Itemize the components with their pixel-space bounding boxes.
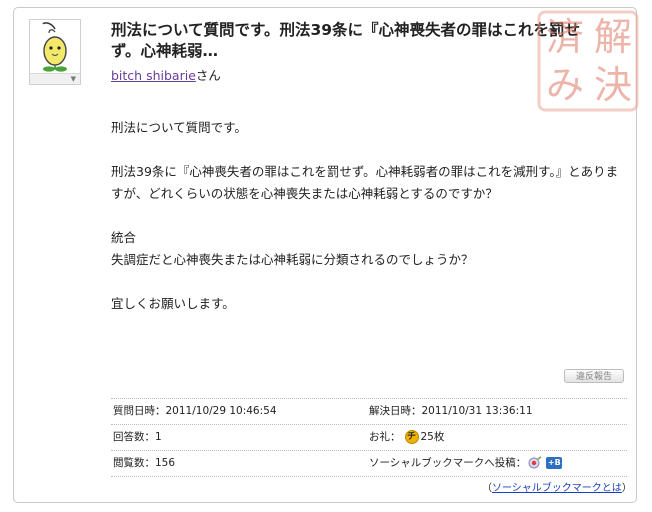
stamp-char-2: 決 [594,63,632,107]
social-bookmark: ソーシャルブックマークへ投稿： +B [369,456,563,471]
avatar-menu-toggle[interactable]: ▼ [30,73,80,84]
stamp-char-4: み [546,63,584,107]
dropdown-arrow-icon: ▼ [70,75,76,83]
resolved-label: 解決日時： [369,405,422,417]
views-value: 156 [155,457,176,469]
question-body: 刑法について質問です。 刑法39条に『心神喪失者の罪はこれを罰せず。心神耗弱者の… [111,117,627,315]
asked-label: 質問日時： [113,405,166,417]
author-link[interactable]: bitch shibarie [111,68,196,83]
reward-label: お礼： [369,431,401,443]
reward-coin-icon: チ [404,430,419,444]
body-paragraph: 宜しくお願いします。 [111,296,235,311]
question-title: 刑法について質問です。刑法39条に『心神喪失者の罪はこれを罰せず。心神耗弱… [111,21,581,60]
paren-close: ） [621,483,632,494]
resolved-datetime: 解決日時：2011/10/31 13:36:11 [369,404,533,419]
question-meta: 質問日時：2011/10/29 10:46:54 解決日時：2011/10/31… [111,398,627,477]
body-paragraph: 刑法について質問です。 [111,120,247,135]
view-count: 閲覧数：156 [113,456,175,471]
body-paragraph: 統合 [111,230,137,245]
reward: お礼：チ 25枚 [369,430,444,445]
meta-row-answers: 回答数：1 お礼：チ 25枚 [111,424,627,450]
asked-value: 2011/10/29 10:46:54 [165,405,277,417]
answers-label: 回答数： [113,431,155,443]
about-social-bookmark-link[interactable]: ソーシャルブックマークとは [492,483,622,494]
resolved-stamp-icon: 解 決 済 み [537,10,639,112]
answer-count: 回答数：1 [113,430,162,445]
question-author: bitch shibarieさん [111,65,221,84]
bookmark-label: ソーシャルブックマークへ投稿： [369,457,527,469]
answers-value: 1 [155,431,162,443]
report-violation-button[interactable]: 違反報告 [564,369,624,383]
reward-value: 25枚 [420,431,445,443]
stamp-char-1: 解 [594,15,632,59]
hatena-bookmark-icon[interactable]: +B [546,457,563,469]
asked-datetime: 質問日時：2011/10/29 10:46:54 [113,404,277,419]
about-social-bookmark: （ソーシャルブックマークとは） [482,479,632,494]
sprout-avatar-icon [42,22,67,72]
stamp-char-3: 済 [546,15,584,59]
resolved-value: 2011/10/31 13:36:11 [421,405,533,417]
meta-row-dates: 質問日時：2011/10/29 10:46:54 解決日時：2011/10/31… [111,398,627,424]
paren-open: （ [482,483,492,494]
views-label: 閲覧数： [113,457,155,469]
user-avatar[interactable]: ▼ [29,19,81,85]
meta-row-views: 閲覧数：156 ソーシャルブックマークへ投稿： +B [111,450,627,477]
author-suffix: さん [195,68,221,83]
body-paragraph: 刑法39条に『心神喪失者の罪はこれを罰せず。心神耗弱者の罪はこれを減刑す。』とあ… [111,164,619,201]
body-paragraph: 失調症だと心神喪失または心神耗弱に分類されるのでしょうか？ [111,252,474,267]
yahoo-bookmark-icon[interactable] [528,456,542,470]
